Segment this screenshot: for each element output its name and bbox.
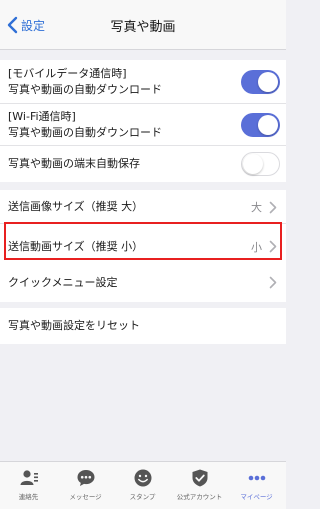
video-size-value: 小 <box>251 241 262 254</box>
auto-download-group: [モバイルデータ通信時] 写真や動画の自動ダウンロード [Wi-Fi通信時] 写… <box>0 60 286 182</box>
chevron-right-icon <box>269 240 277 253</box>
quick-menu-label: クイックメニュー設定 <box>8 276 118 289</box>
quick-menu-row[interactable]: クイックメニュー設定 <box>0 264 286 302</box>
reset-group: 写真や動画設定をリセット <box>0 308 286 344</box>
wifi-auto-download-toggle[interactable] <box>241 113 280 137</box>
wifi-auto-download-row: [Wi-Fi通信時] 写真や動画の自動ダウンロード <box>0 104 286 146</box>
tab-official-account[interactable]: 公式アカウント <box>171 468 228 501</box>
image-size-value: 大 <box>251 201 262 214</box>
reset-row[interactable]: 写真や動画設定をリセット <box>0 308 286 344</box>
mobile-auto-download-toggle[interactable] <box>241 70 280 94</box>
tab-official-account-label: 公式アカウント <box>176 493 223 501</box>
stamp-icon <box>134 469 151 487</box>
contacts-icon <box>20 470 38 485</box>
tab-message-label: メッセージ <box>69 493 102 501</box>
tab-stamp-label: スタンプ <box>129 493 156 501</box>
image-size-label: 送信画像サイズ（推奨 大） <box>8 200 144 213</box>
mobile-auto-download-row: [モバイルデータ通信時] 写真や動画の自動ダウンロード <box>0 60 286 104</box>
official-account-icon <box>192 469 207 487</box>
wifi-auto-download-subtitle: 写真や動画の自動ダウンロード <box>8 126 162 139</box>
tab-message[interactable]: メッセージ <box>57 468 114 501</box>
device-auto-save-toggle[interactable] <box>241 152 280 176</box>
image-size-row[interactable]: 送信画像サイズ（推奨 大） 大 <box>0 190 286 224</box>
page-title: 写真や動画 <box>110 20 176 35</box>
navigation-bar: 設定 写真や動画 <box>0 0 286 50</box>
chevron-right-icon <box>269 276 277 289</box>
device-auto-save-row: 写真や動画の端末自動保存 <box>0 146 286 182</box>
tab-bar: 連絡先 メッセージ スタンプ 公式アカウント マイページ <box>0 461 286 509</box>
reset-label: 写真や動画設定をリセット <box>8 319 140 332</box>
tab-mypage[interactable]: マイページ <box>228 468 285 501</box>
tab-stamp[interactable]: スタンプ <box>114 468 171 501</box>
wifi-auto-download-label: [Wi-Fi通信時] 写真や動画の自動ダウンロード <box>8 109 162 141</box>
mobile-auto-download-label: [モバイルデータ通信時] 写真や動画の自動ダウンロード <box>8 66 162 98</box>
toggle-knob <box>258 72 278 92</box>
toggle-knob <box>243 154 263 174</box>
device-auto-save-label: 写真や動画の端末自動保存 <box>8 157 140 170</box>
chevron-right-icon <box>269 201 277 214</box>
mobile-auto-download-title: [モバイルデータ通信時] <box>8 67 127 80</box>
quick-menu-group: クイックメニュー設定 <box>0 264 286 302</box>
toggle-knob <box>258 115 278 135</box>
video-size-label: 送信動画サイズ（推奨 小） <box>8 240 144 253</box>
mobile-auto-download-subtitle: 写真や動画の自動ダウンロード <box>8 83 162 96</box>
tab-mypage-label: マイページ <box>240 493 273 501</box>
tab-contacts[interactable]: 連絡先 <box>0 468 57 501</box>
mypage-icon <box>248 475 265 481</box>
send-size-group: 送信画像サイズ（推奨 大） 大 送信動画サイズ（推奨 小） 小 <box>0 190 286 270</box>
tab-contacts-label: 連絡先 <box>18 493 39 501</box>
message-icon <box>77 470 94 486</box>
wifi-auto-download-title: [Wi-Fi通信時] <box>8 110 76 123</box>
